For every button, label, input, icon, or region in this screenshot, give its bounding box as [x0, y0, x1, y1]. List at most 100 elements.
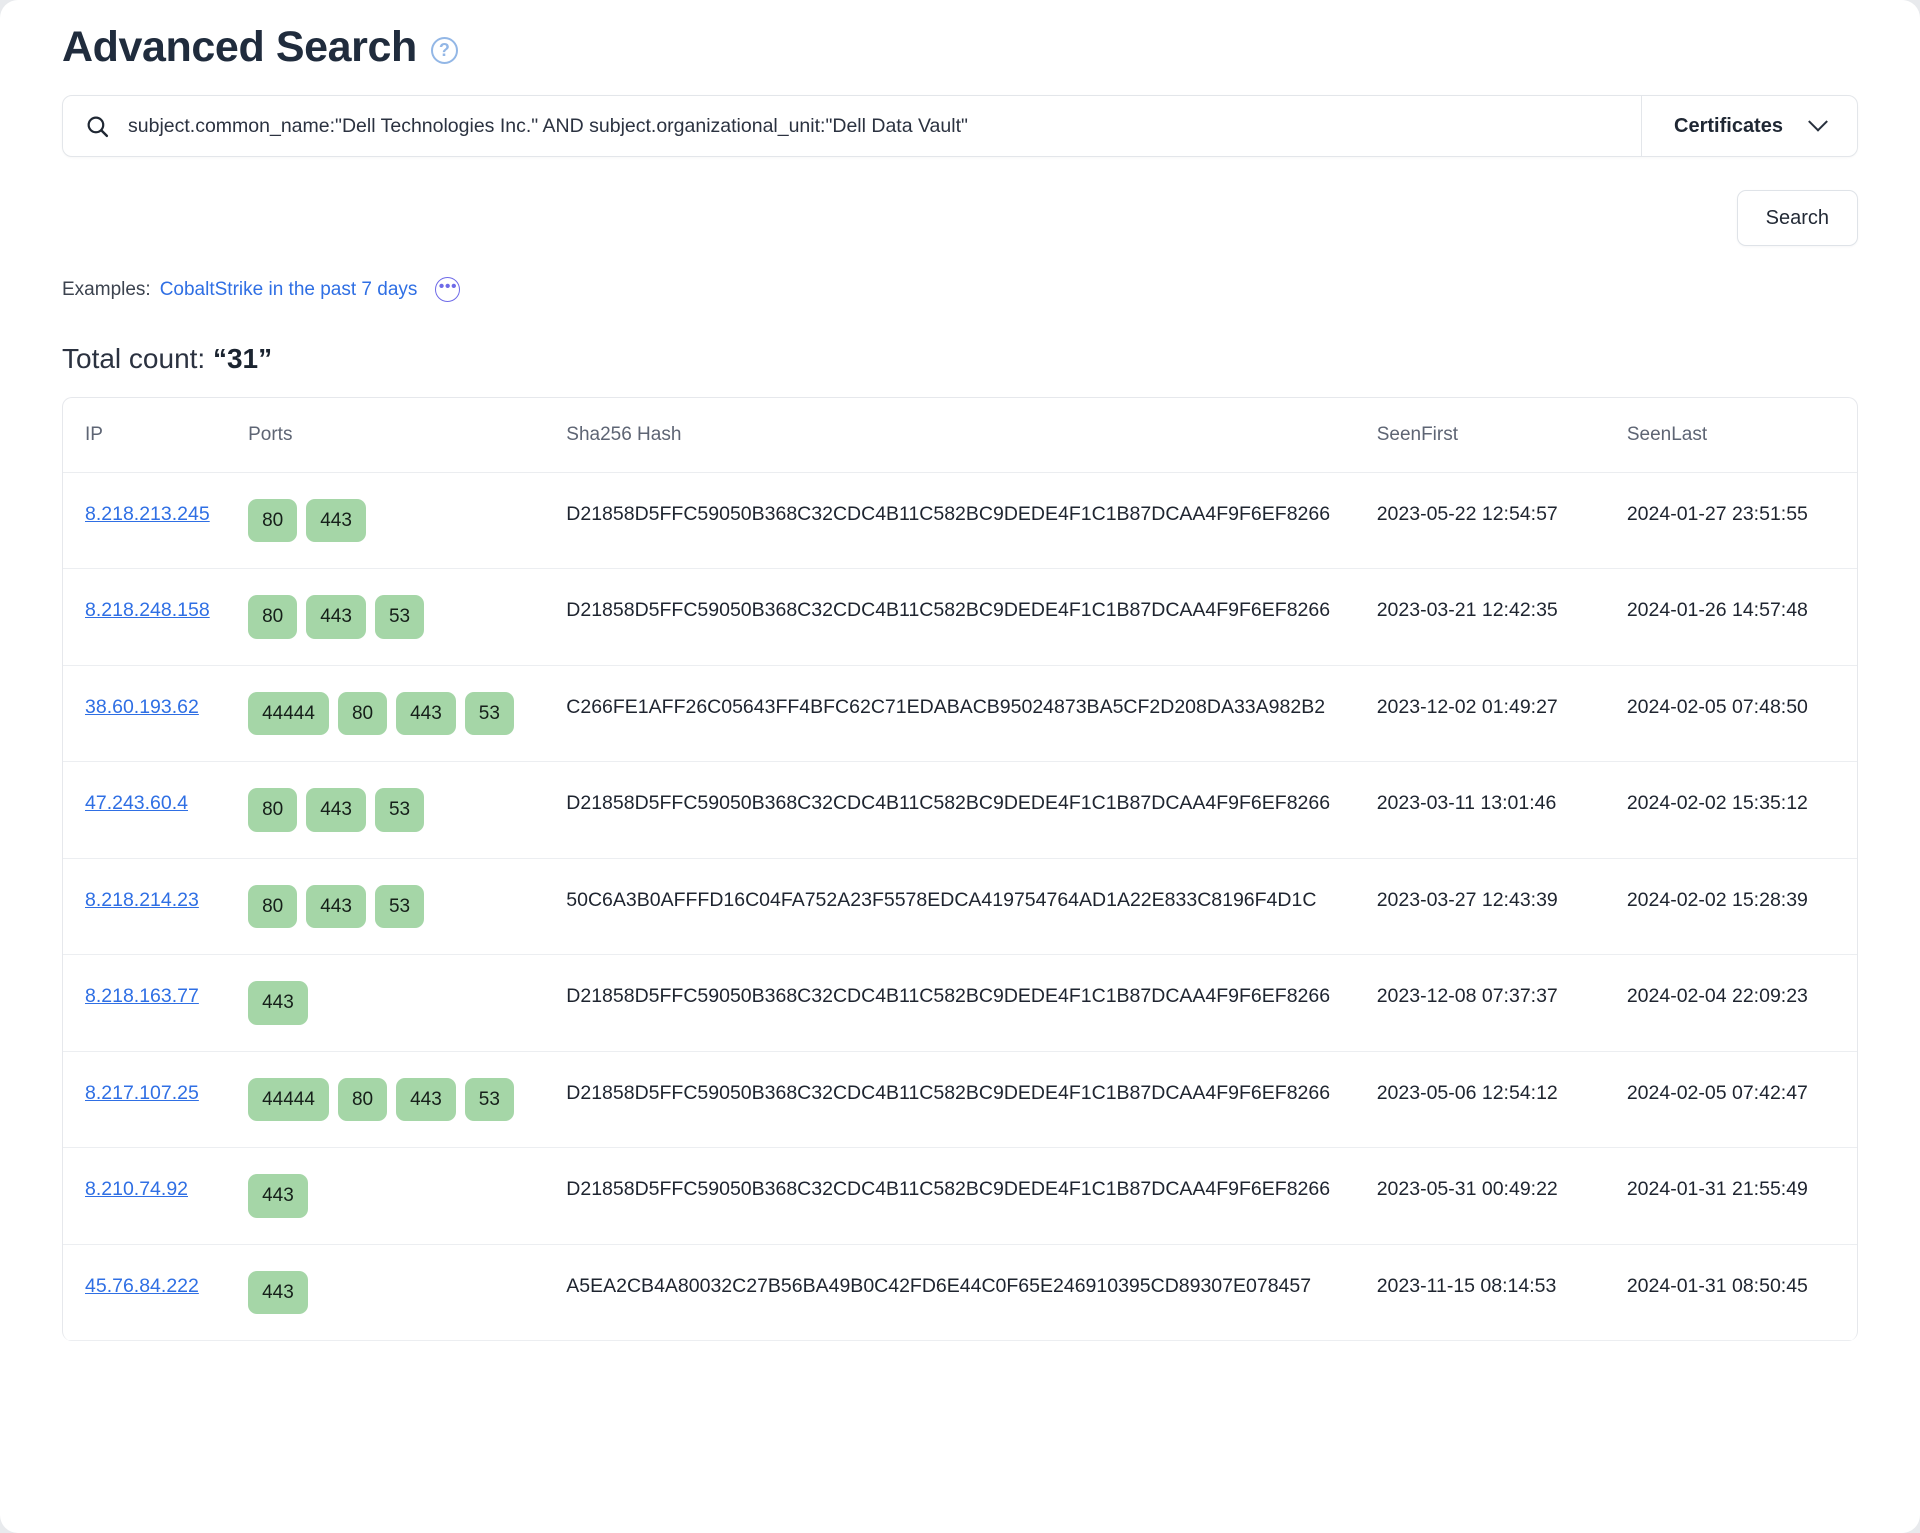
chevron-down-icon — [1808, 111, 1828, 132]
port-badge[interactable]: 80 — [248, 788, 298, 832]
cell-ports: 443 — [248, 1244, 567, 1341]
port-badge[interactable]: 53 — [374, 884, 425, 929]
table-row: 47.243.60.4 80 443 53 D21858D5FFC59050B368C3… — [63, 761, 1857, 859]
ip-link[interactable]: 38.60.193.62 — [85, 696, 199, 718]
cell-sha256-hash: D21858D5FFC59050B368C32CDC4B11C582BC9DED… — [566, 1147, 1377, 1245]
column-header-seenlast[interactable]: SeenLast — [1626, 398, 1857, 473]
cell-seen-first: 2023-03-21 12:42:35 — [1376, 568, 1627, 666]
port-badge-list: 443 — [248, 1174, 523, 1218]
search-type-dropdown[interactable]: Certificates — [1641, 96, 1857, 156]
cell-seen-first: 2023-05-22 12:54:57 — [1376, 472, 1627, 570]
cell-ports: 80 443 — [248, 472, 567, 570]
cell-seen-last: 2024-02-05 07:48:50 — [1626, 665, 1857, 763]
cell-ip: 8.218.248.158 — [63, 568, 249, 666]
port-badge[interactable]: 80 — [248, 499, 298, 543]
cell-ports: 443 — [248, 1147, 567, 1245]
cell-sha256-hash: A5EA2CB4A80032C27B56BA49B0C42FD6E44C0F65… — [566, 1244, 1377, 1341]
search-button[interactable]: Search — [1736, 190, 1858, 246]
ellipsis-circle-icon[interactable]: ••• — [435, 277, 461, 302]
results-table: IP Ports Sha256 Hash SeenFirst SeenLast … — [63, 398, 1857, 1341]
search-button-row: Search — [62, 190, 1858, 246]
search-type-label: Certificates — [1674, 114, 1783, 137]
port-badge[interactable]: 44444 — [248, 1077, 329, 1122]
ip-link[interactable]: 8.217.107.25 — [85, 1082, 199, 1104]
cell-seen-last: 2024-02-02 15:28:39 — [1626, 858, 1857, 956]
search-bar: Certificates — [62, 95, 1858, 157]
ip-link[interactable]: 8.210.74.92 — [85, 1178, 188, 1200]
port-badge[interactable]: 443 — [396, 1077, 456, 1122]
port-badge[interactable]: 80 — [337, 691, 388, 736]
search-input[interactable] — [128, 114, 1619, 138]
port-badge[interactable]: 443 — [396, 691, 456, 736]
cell-seen-first: 2023-05-06 12:54:12 — [1376, 1051, 1627, 1149]
port-badge[interactable]: 53 — [374, 595, 425, 639]
port-badge[interactable]: 443 — [248, 1270, 308, 1314]
port-badge[interactable]: 443 — [248, 1174, 308, 1218]
page-header: Advanced Search ? — [62, 26, 1858, 69]
cell-seen-first: 2023-12-02 01:49:27 — [1376, 665, 1627, 763]
ip-link[interactable]: 8.218.213.245 — [85, 503, 210, 525]
port-badge[interactable]: 53 — [464, 1077, 514, 1122]
column-header-ports[interactable]: Ports — [248, 398, 567, 473]
table-body: 8.218.213.245 80 443 D21858D5FFC59050B368C3… — [63, 472, 1857, 1341]
port-badge[interactable]: 443 — [306, 499, 366, 543]
question-mark-circle-icon[interactable]: ? — [430, 37, 458, 64]
cell-ip: 8.218.163.77 — [63, 954, 249, 1052]
cell-ports: 44444 80 443 53 — [248, 1051, 567, 1149]
port-badge-list: 80 443 53 — [248, 595, 523, 639]
port-badge[interactable]: 443 — [306, 788, 366, 832]
port-badge[interactable]: 80 — [337, 1077, 388, 1122]
cell-ip: 8.210.74.92 — [63, 1147, 249, 1245]
cell-seen-last: 2024-01-31 08:50:45 — [1626, 1244, 1857, 1341]
port-badge[interactable]: 53 — [464, 691, 514, 736]
port-badge-list: 44444 80 443 53 — [248, 1077, 523, 1122]
cell-ip: 45.76.84.222 — [63, 1244, 249, 1341]
port-badge[interactable]: 44444 — [248, 691, 329, 736]
cell-sha256-hash: 50C6A3B0AFFFD16C04FA752A23F5578EDCA41975… — [566, 858, 1377, 956]
examples-row: Examples: CobaltStrike in the past 7 day… — [62, 277, 1858, 302]
column-header-ip[interactable]: IP — [63, 398, 249, 473]
cell-ports: 443 — [248, 954, 567, 1052]
total-count: Total count: “31” — [62, 343, 1858, 375]
cell-seen-last: 2024-02-05 07:42:47 — [1626, 1051, 1857, 1149]
cell-seen-first: 2023-12-08 07:37:37 — [1376, 954, 1627, 1052]
port-badge[interactable]: 443 — [248, 981, 308, 1025]
cell-ip: 38.60.193.62 — [63, 665, 249, 763]
port-badge-list: 80 443 53 — [248, 884, 523, 929]
advanced-search-page: Advanced Search ? Certificates Searc — [0, 0, 1920, 1533]
cell-sha256-hash: D21858D5FFC59050B368C32CDC4B11C582BC9DED… — [566, 1051, 1377, 1149]
table-row: 45.76.84.222 443 A5EA2CB4A80032C27B56BA49B… — [63, 1244, 1857, 1341]
search-field[interactable] — [63, 96, 1641, 156]
cell-ports: 80 443 53 — [248, 858, 567, 956]
port-badge-list: 443 — [248, 981, 523, 1025]
cell-seen-last: 2024-01-26 14:57:48 — [1626, 568, 1857, 666]
port-badge-list: 44444 80 443 53 — [248, 691, 523, 736]
cell-seen-first: 2023-11-15 08:14:53 — [1376, 1244, 1627, 1341]
cell-sha256-hash: D21858D5FFC59050B368C32CDC4B11C582BC9DED… — [566, 954, 1377, 1052]
table-row: 38.60.193.62 44444 80 443 53 C266FE1AFF26C056… — [63, 665, 1857, 763]
cell-seen-last: 2024-01-31 21:55:49 — [1626, 1147, 1857, 1245]
table-header: IP Ports Sha256 Hash SeenFirst SeenLast — [63, 398, 1857, 473]
ip-link[interactable]: 45.76.84.222 — [85, 1275, 199, 1297]
cell-sha256-hash: D21858D5FFC59050B368C32CDC4B11C582BC9DED… — [566, 568, 1377, 666]
total-count-label: Total count: — [62, 343, 206, 374]
search-icon — [85, 114, 110, 139]
ip-link[interactable]: 47.243.60.4 — [85, 792, 188, 814]
cell-sha256-hash: C266FE1AFF26C05643FF4BFC62C71EDABACB9502… — [566, 665, 1377, 763]
port-badge[interactable]: 443 — [306, 595, 366, 639]
ip-link[interactable]: 8.218.163.77 — [85, 985, 199, 1007]
port-badge[interactable]: 443 — [306, 884, 366, 929]
column-header-sha256[interactable]: Sha256 Hash — [566, 398, 1377, 473]
table-row: 8.218.213.245 80 443 D21858D5FFC59050B368C3… — [63, 472, 1857, 570]
example-link-cobaltstrike[interactable]: CobaltStrike in the past 7 days — [160, 279, 418, 301]
total-count-value: “31” — [212, 343, 273, 374]
column-header-seenfirst[interactable]: SeenFirst — [1376, 398, 1627, 473]
examples-label: Examples: — [62, 278, 151, 300]
port-badge[interactable]: 53 — [374, 788, 425, 832]
port-badge[interactable]: 80 — [248, 884, 298, 929]
cell-ports: 80 443 53 — [248, 761, 567, 859]
ip-link[interactable]: 8.218.248.158 — [85, 599, 210, 621]
port-badge[interactable]: 80 — [248, 595, 298, 639]
ip-link[interactable]: 8.218.214.23 — [85, 889, 199, 911]
cell-ports: 80 443 53 — [248, 568, 567, 666]
